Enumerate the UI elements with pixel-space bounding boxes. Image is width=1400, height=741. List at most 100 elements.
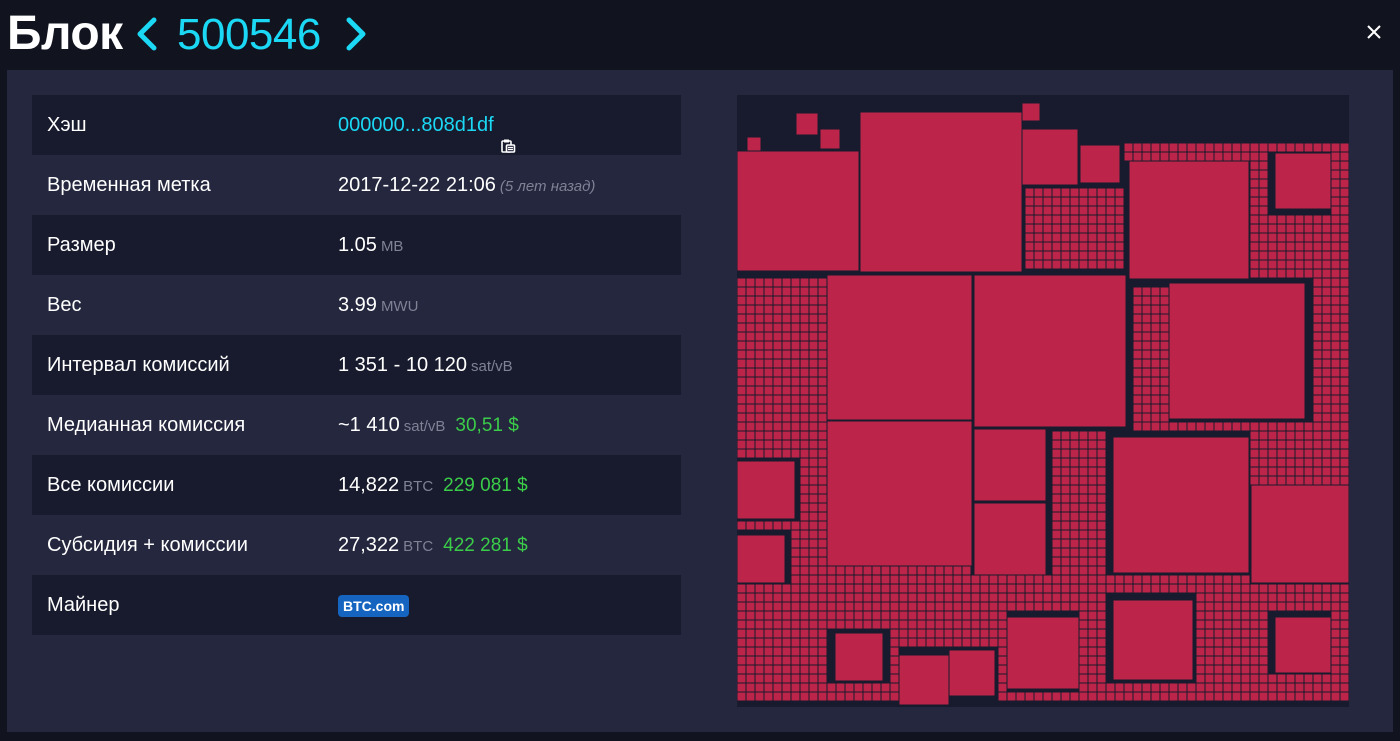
transaction-block[interactable] <box>1322 413 1331 422</box>
transaction-block[interactable] <box>1142 692 1151 701</box>
transaction-block[interactable] <box>800 377 809 386</box>
transaction-block[interactable] <box>1088 548 1097 557</box>
transaction-block[interactable] <box>1070 692 1079 701</box>
transaction-block[interactable] <box>809 440 818 449</box>
transaction-block[interactable] <box>800 287 809 296</box>
transaction-block[interactable] <box>1097 521 1106 530</box>
transaction-block[interactable] <box>764 314 773 323</box>
transaction-block[interactable] <box>1178 143 1187 152</box>
transaction-block[interactable] <box>1079 242 1088 251</box>
transaction-block[interactable] <box>1025 197 1034 206</box>
transaction-block[interactable] <box>1250 656 1259 665</box>
transaction-block[interactable] <box>1160 287 1169 296</box>
transaction-block[interactable] <box>1151 323 1160 332</box>
transaction-block[interactable] <box>935 584 944 593</box>
transaction-block[interactable] <box>1124 152 1133 161</box>
transaction-block[interactable] <box>1304 233 1313 242</box>
transaction-block[interactable] <box>1205 629 1214 638</box>
transaction-block[interactable] <box>1052 251 1061 260</box>
transaction-block[interactable] <box>935 629 944 638</box>
transaction-block[interactable] <box>1088 656 1097 665</box>
transaction-block[interactable] <box>800 629 809 638</box>
transaction-block[interactable] <box>746 350 755 359</box>
transaction-block[interactable] <box>1151 152 1160 161</box>
transaction-block[interactable] <box>1142 359 1151 368</box>
transaction-block[interactable] <box>944 620 953 629</box>
transaction-block[interactable] <box>746 692 755 701</box>
transaction-block[interactable] <box>1097 638 1106 647</box>
transaction-block[interactable] <box>989 629 998 638</box>
transaction-block[interactable] <box>818 503 827 512</box>
transaction-block[interactable] <box>773 422 782 431</box>
transaction-block[interactable] <box>827 611 836 620</box>
transaction-block[interactable] <box>809 656 818 665</box>
transaction-block[interactable] <box>1187 575 1196 584</box>
transaction-block[interactable] <box>1142 314 1151 323</box>
transaction-block[interactable] <box>818 494 827 503</box>
transaction-block[interactable] <box>1205 584 1214 593</box>
transaction-block[interactable] <box>809 431 818 440</box>
transaction-block[interactable] <box>1277 449 1286 458</box>
transaction-block[interactable] <box>1025 260 1034 269</box>
transaction-block[interactable] <box>1151 314 1160 323</box>
transaction-block[interactable] <box>1250 593 1259 602</box>
transaction-block[interactable] <box>1079 629 1088 638</box>
transaction-block[interactable] <box>791 692 800 701</box>
transaction-block[interactable] <box>980 629 989 638</box>
transaction-block[interactable] <box>881 611 890 620</box>
transaction-block[interactable] <box>1322 467 1331 476</box>
transaction-block[interactable] <box>1214 692 1223 701</box>
transaction-block[interactable] <box>1331 476 1340 485</box>
transaction-block[interactable] <box>1034 215 1043 224</box>
transaction-block[interactable] <box>1088 251 1097 260</box>
transaction-block[interactable] <box>1214 620 1223 629</box>
transaction-block[interactable] <box>782 278 791 287</box>
transaction-block[interactable] <box>1052 584 1061 593</box>
transaction-block[interactable] <box>1340 305 1349 314</box>
transaction-block[interactable] <box>854 692 863 701</box>
transaction-block[interactable] <box>917 593 926 602</box>
transaction-block[interactable] <box>773 332 782 341</box>
transaction-block[interactable] <box>755 584 764 593</box>
transaction-block[interactable] <box>800 620 809 629</box>
transaction-block[interactable] <box>1160 422 1169 431</box>
transaction-block[interactable] <box>1043 593 1052 602</box>
transaction-block[interactable] <box>1097 575 1106 584</box>
transaction-block[interactable] <box>1088 458 1097 467</box>
transaction-block[interactable] <box>1016 575 1025 584</box>
transaction-block[interactable] <box>1070 251 1079 260</box>
transaction-block[interactable] <box>782 521 791 530</box>
transaction-block[interactable] <box>1286 449 1295 458</box>
transaction-block[interactable] <box>1304 251 1313 260</box>
transaction-block[interactable] <box>863 575 872 584</box>
transaction-block[interactable] <box>1151 413 1160 422</box>
transaction-block[interactable] <box>1070 197 1079 206</box>
transaction-block[interactable] <box>1331 143 1340 152</box>
transaction-block[interactable] <box>917 629 926 638</box>
transaction-block[interactable] <box>1196 683 1205 692</box>
transaction-block[interactable] <box>1331 467 1340 476</box>
transaction-block[interactable] <box>800 458 809 467</box>
transaction-block[interactable] <box>1052 512 1061 521</box>
transaction-block[interactable] <box>1250 431 1259 440</box>
transaction-block[interactable] <box>1070 521 1079 530</box>
transaction-block[interactable] <box>1277 602 1286 611</box>
transaction-block[interactable] <box>737 535 785 583</box>
transaction-block[interactable] <box>1034 251 1043 260</box>
transaction-block[interactable] <box>764 341 773 350</box>
transaction-block[interactable] <box>1061 548 1070 557</box>
transaction-block[interactable] <box>746 647 755 656</box>
transaction-block[interactable] <box>809 458 818 467</box>
transaction-block[interactable] <box>1043 602 1052 611</box>
transaction-block[interactable] <box>782 629 791 638</box>
transaction-block[interactable] <box>1250 476 1259 485</box>
transaction-block[interactable] <box>962 566 971 575</box>
transaction-block[interactable] <box>1079 647 1088 656</box>
transaction-block[interactable] <box>1275 153 1331 209</box>
transaction-block[interactable] <box>1313 395 1322 404</box>
transaction-block[interactable] <box>764 287 773 296</box>
transaction-block[interactable] <box>971 629 980 638</box>
transaction-block[interactable] <box>1322 458 1331 467</box>
transaction-block[interactable] <box>1025 242 1034 251</box>
transaction-block[interactable] <box>1340 170 1349 179</box>
